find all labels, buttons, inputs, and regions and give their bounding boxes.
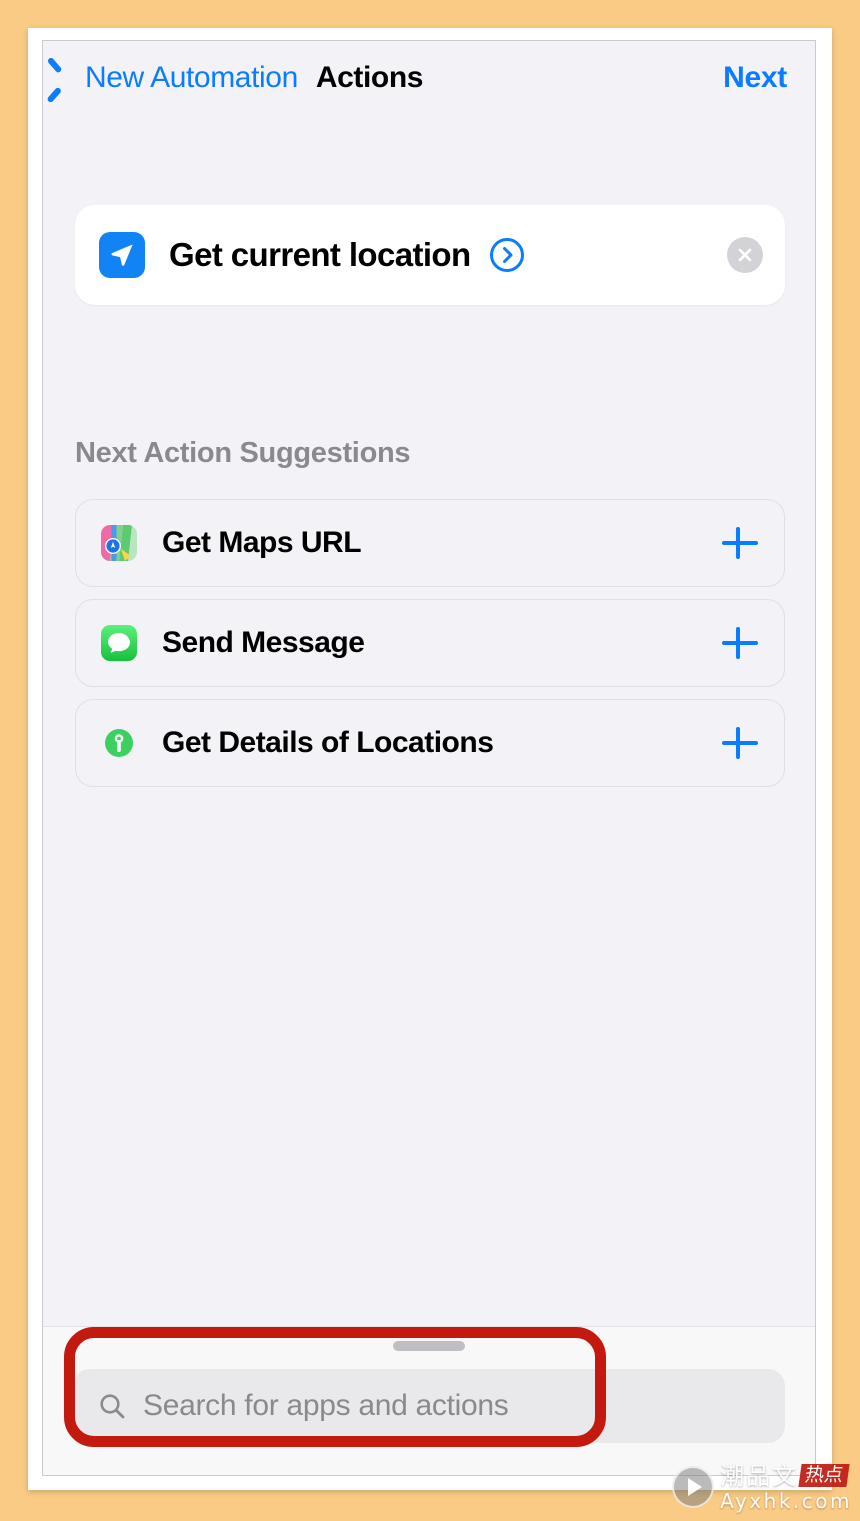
location-pin-icon (98, 722, 140, 764)
phone-screen: New Automation Actions Next Get current … (42, 40, 816, 1476)
list-item[interactable]: Get Maps URL (75, 499, 785, 587)
list-item-label: Send Message (162, 626, 365, 659)
action-card-get-current-location[interactable]: Get current location (75, 205, 785, 305)
back-button[interactable]: New Automation (57, 61, 298, 95)
suggestions-section-header: Next Action Suggestions (75, 437, 411, 469)
plus-icon[interactable] (720, 623, 760, 663)
watermark-brand: 潮品文 (720, 1461, 799, 1490)
chevron-left-icon (57, 63, 75, 93)
actions-scroll-area[interactable]: Get current location Next Action Suggest… (43, 115, 815, 1326)
action-library-sheet: Search for apps and actions (43, 1326, 815, 1475)
watermark-badge: 热点 (798, 1464, 850, 1487)
suggestions-list: Get Maps URL Send Message Get Details of… (75, 499, 785, 799)
next-button[interactable]: Next (723, 61, 787, 95)
search-icon (97, 1391, 127, 1421)
action-card-label: Get current location (169, 236, 471, 273)
list-item[interactable]: Send Message (75, 599, 785, 687)
play-circle-icon (672, 1466, 715, 1508)
location-arrow-icon (99, 232, 145, 278)
page-title: Actions (315, 61, 424, 94)
list-item-label: Get Details of Locations (162, 726, 494, 759)
search-input[interactable]: Search for apps and actions (73, 1369, 785, 1443)
list-item[interactable]: Get Details of Locations (75, 699, 785, 787)
watermark-text: 潮品文 热点 Ayxhk.com (720, 1464, 852, 1511)
maps-app-icon (98, 522, 140, 564)
chevron-right-circle-icon[interactable] (489, 237, 525, 273)
messages-app-icon (98, 622, 140, 664)
navigation-bar: New Automation Actions Next (43, 41, 815, 115)
watermark: 潮品文 热点 Ayxhk.com (672, 1459, 852, 1515)
phone-frame: New Automation Actions Next Get current … (28, 28, 832, 1490)
plus-icon[interactable] (720, 723, 760, 763)
watermark-url: Ayxhk.com (720, 1488, 852, 1513)
plus-icon[interactable] (720, 523, 760, 563)
close-circle-icon[interactable] (727, 237, 763, 273)
list-item-label: Get Maps URL (162, 526, 362, 559)
back-button-label: New Automation (85, 61, 298, 94)
search-input-placeholder: Search for apps and actions (143, 1389, 509, 1422)
drag-handle[interactable] (393, 1341, 465, 1351)
